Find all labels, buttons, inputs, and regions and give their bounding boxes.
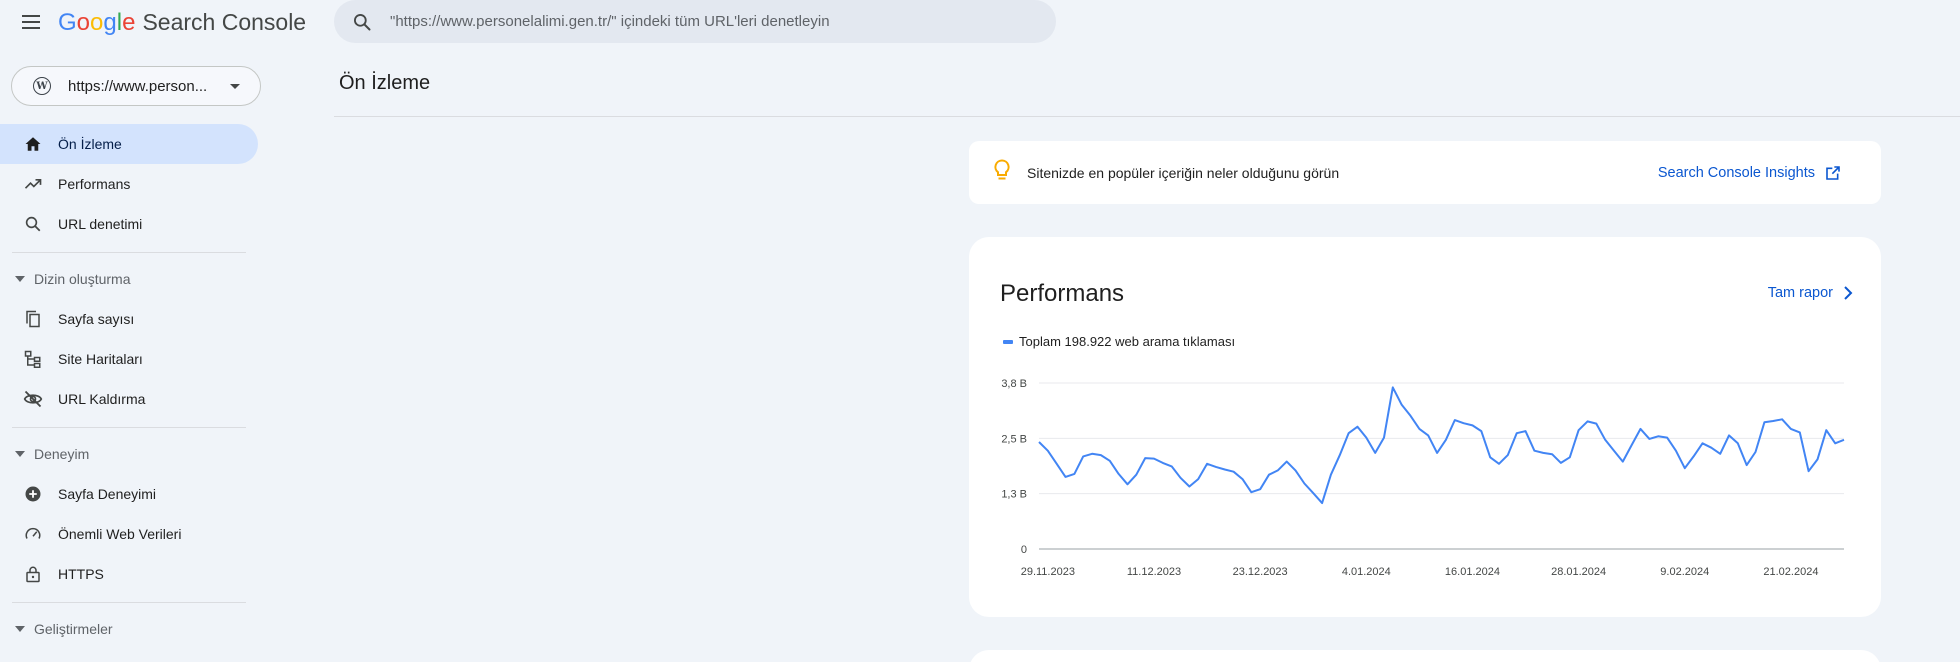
sidebar-item-label: Ön İzleme — [58, 136, 122, 152]
sidebar-divider — [12, 252, 246, 253]
y-tick-label: 3,8 B — [1001, 378, 1027, 390]
logo-letter: G — [58, 9, 77, 36]
sidebar-item-url-inspection[interactable]: URL denetimi — [0, 204, 258, 244]
sidebar-item-pages[interactable]: Sayfa sayısı — [0, 299, 258, 339]
y-tick-label: 2,5 B — [1001, 433, 1027, 445]
performance-chart: 0 1,3 B 2,5 B 3,8 B 29.11.2023 11.12.2023 23.… — [1001, 378, 1845, 578]
x-tick-label: 9.02.2024 — [1660, 566, 1709, 578]
chevron-down-icon — [230, 83, 240, 89]
menu-bar — [22, 21, 40, 23]
x-tick-label: 16.01.2024 — [1445, 566, 1500, 578]
y-tick-label: 0 — [1021, 544, 1027, 556]
sidebar-item-label: URL Kaldırma — [58, 391, 146, 407]
sidebar-item-sitemaps[interactable]: Site Haritaları — [0, 339, 258, 379]
arrow-drop-down-icon — [15, 276, 25, 282]
search-icon — [354, 13, 371, 30]
sidebar-item-label: Site Haritaları — [58, 351, 143, 367]
insights-text: Sitenizde en popüler içeriğin neler oldu… — [1027, 164, 1340, 181]
menu-bar — [22, 27, 40, 29]
x-tick-label: 11.12.2023 — [1127, 566, 1181, 578]
search-console-logo[interactable]: Google Search Console — [58, 6, 306, 39]
title-divider — [334, 116, 1960, 117]
x-tick-label: 29.11.2023 — [1021, 566, 1075, 578]
clicks-series-line — [1038, 386, 1845, 505]
x-tick-label: 21.02.2024 — [1763, 566, 1818, 578]
product-name: Search Console — [142, 9, 307, 35]
sidebar-item-overview[interactable]: Ön İzleme — [0, 124, 258, 164]
sidebar-item-label: Performans — [58, 176, 131, 192]
sidebar-item-https[interactable]: HTTPS — [0, 554, 258, 594]
logo-letter: g — [103, 9, 117, 36]
x-tick-label: 28.01.2024 — [1551, 566, 1606, 578]
property-url: https://www.person... — [68, 77, 208, 95]
sidebar-item-core-web-vitals[interactable]: Önemli Web Verileri — [0, 514, 258, 554]
section-label: Deneyim — [34, 446, 90, 462]
section-indexing[interactable]: Dizin oluşturma — [0, 264, 258, 294]
search-console-insights-link[interactable]: Search Console Insights — [1658, 165, 1841, 181]
logo-letter: o — [90, 9, 104, 36]
arrow-drop-down-icon — [15, 626, 25, 632]
main-menu-button[interactable] — [18, 9, 44, 35]
home-icon — [23, 134, 43, 154]
pages-icon — [23, 309, 43, 329]
sidebar-divider — [12, 427, 246, 428]
sidebar-item-label: URL denetimi — [58, 216, 143, 232]
section-experience[interactable]: Deneyim — [0, 439, 258, 469]
performance-card: Performans Tam rapor Toplam 198.922 web … — [969, 237, 1881, 617]
section-enhancements[interactable]: Geliştirmeler — [0, 614, 258, 644]
visibility-off-icon — [23, 389, 43, 409]
add-circle-icon — [23, 484, 43, 504]
property-selector[interactable]: W https://www.person... — [11, 66, 261, 106]
sidebar-item-label: Önemli Web Verileri — [58, 526, 182, 542]
arrow-drop-down-icon — [15, 451, 25, 457]
x-tick-label: 23.12.2023 — [1233, 566, 1288, 578]
url-inspection-input[interactable] — [390, 13, 1030, 30]
lightbulb-icon — [993, 159, 1011, 186]
sidebar-item-removals[interactable]: URL Kaldırma — [0, 379, 258, 419]
section-label: Geliştirmeler — [34, 621, 113, 637]
x-tick-label: 4.01.2024 — [1342, 566, 1391, 578]
speed-icon — [23, 524, 43, 544]
trending-up-icon — [23, 174, 43, 194]
sidebar-item-label: Sayfa sayısı — [58, 311, 135, 327]
sidebar-item-page-experience[interactable]: Sayfa Deneyimi — [0, 474, 258, 514]
sitemap-icon — [23, 349, 43, 369]
y-tick-label: 1,3 B — [1001, 489, 1027, 501]
next-card — [969, 650, 1881, 662]
sidebar-item-label: HTTPS — [58, 566, 104, 582]
sidebar-item-label: Sayfa Deneyimi — [58, 486, 157, 502]
page-title: Ön İzleme — [339, 72, 431, 94]
sidebar-divider — [12, 602, 246, 603]
sidebar-item-performance[interactable]: Performans — [0, 164, 258, 204]
section-label: Dizin oluşturma — [34, 271, 131, 287]
wordpress-icon: W — [33, 77, 51, 95]
insights-banner: Sitenizde en popüler içeriğin neler oldu… — [969, 141, 1881, 204]
logo-letter: o — [76, 9, 91, 36]
insights-link-label: Search Console Insights — [1657, 164, 1815, 181]
open-in-new-icon — [1826, 165, 1840, 180]
menu-bar — [22, 15, 40, 17]
lock-icon — [23, 564, 43, 584]
logo-letter: e — [122, 9, 136, 36]
search-icon — [23, 214, 43, 234]
url-inspection-search[interactable] — [334, 0, 1056, 43]
